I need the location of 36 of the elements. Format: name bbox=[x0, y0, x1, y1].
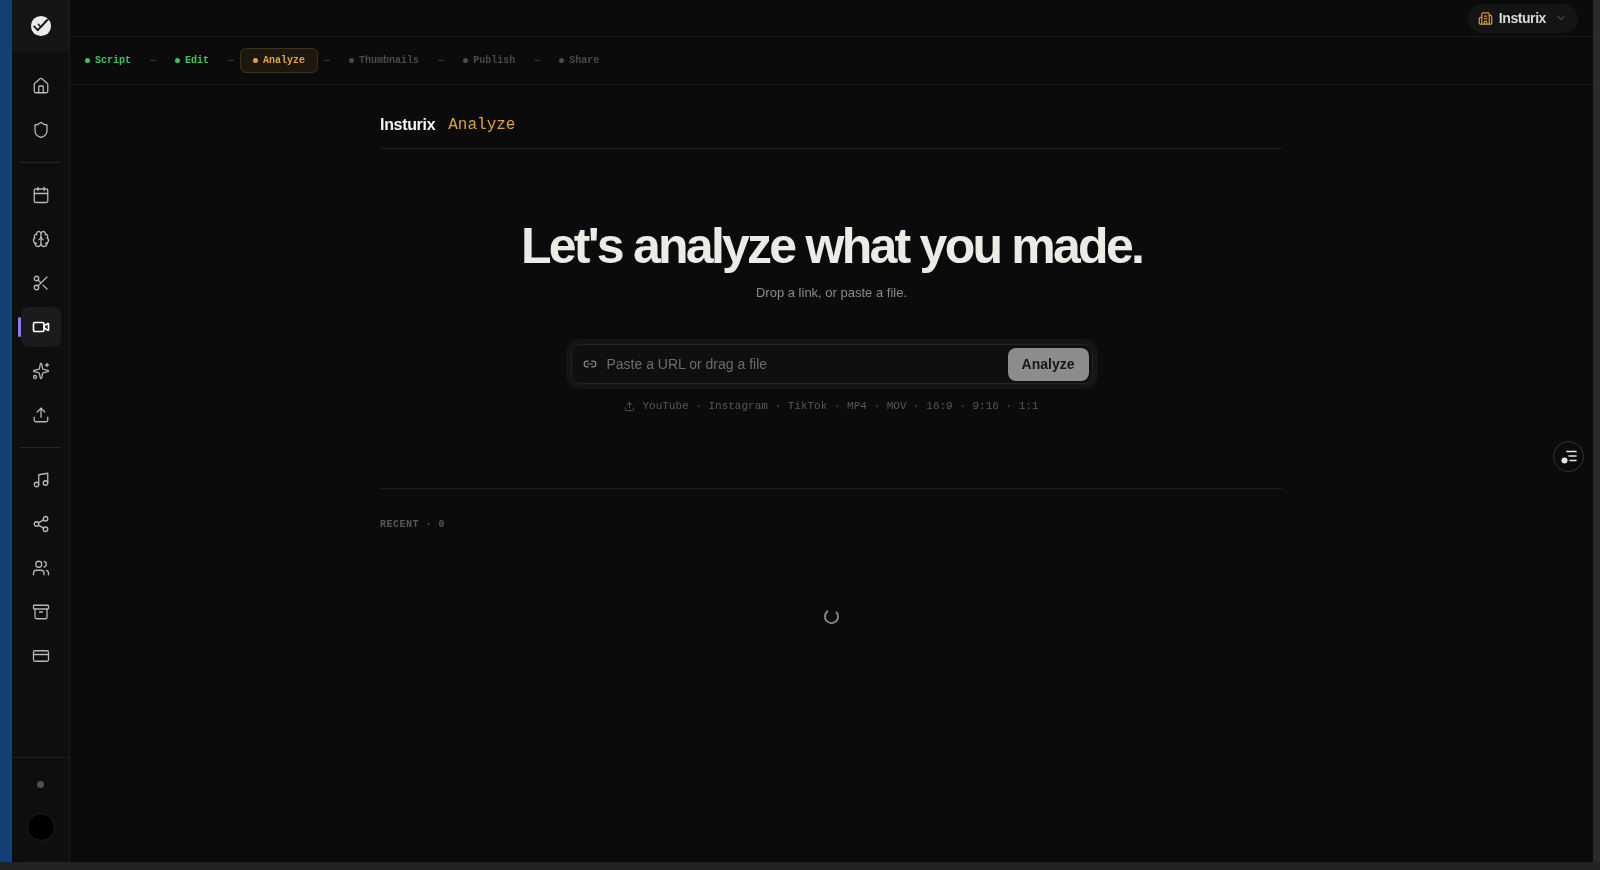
users-icon bbox=[31, 559, 50, 577]
archive-box-icon bbox=[31, 603, 50, 621]
logo-icon bbox=[29, 15, 52, 37]
list-icon bbox=[1560, 449, 1577, 464]
home-icon bbox=[31, 77, 50, 95]
step-tab[interactable]: Analyze bbox=[240, 48, 319, 73]
shield-icon bbox=[31, 121, 50, 139]
link-icon bbox=[582, 357, 597, 371]
step-separator: — bbox=[438, 54, 445, 68]
step-tab[interactable]: Edit bbox=[162, 48, 223, 73]
step-separator: — bbox=[150, 54, 157, 68]
page-title: Analyze bbox=[448, 115, 516, 136]
workspace-switcher[interactable]: Insturix bbox=[1467, 3, 1578, 33]
floating-action-button[interactable] bbox=[1553, 441, 1584, 472]
upload-icon bbox=[31, 406, 50, 424]
supported-formats: YouTube · Instagram · TikTok · MP4 · MOV · 16:9 · 9:16 · 1:1 bbox=[642, 399, 1039, 414]
recent-count-label: RECENT · 0 bbox=[380, 518, 445, 532]
selection-bar bbox=[18, 317, 21, 337]
step-separator: — bbox=[324, 54, 331, 68]
upload-icon bbox=[624, 400, 636, 412]
url-input[interactable]: Paste a URL or drag a file bbox=[596, 345, 1008, 383]
step-separator: — bbox=[534, 54, 541, 68]
calendar-icon bbox=[31, 186, 50, 204]
step-tab[interactable]: Script bbox=[72, 48, 144, 73]
sparkles-icon bbox=[31, 362, 50, 380]
scissors-icon bbox=[31, 274, 50, 292]
hero-subtitle: Drop a link, or paste a file. bbox=[756, 284, 907, 302]
sidebar-item[interactable] bbox=[20, 307, 61, 347]
credit-card-icon bbox=[31, 647, 50, 665]
brand-name: Insturix bbox=[380, 115, 436, 135]
building-icon bbox=[1477, 10, 1493, 26]
brain-icon bbox=[31, 230, 50, 248]
step-separator: — bbox=[228, 54, 235, 68]
share-icon bbox=[31, 515, 50, 533]
music-note-icon bbox=[31, 471, 50, 489]
hero-title: Let's analyze what you made. bbox=[520, 219, 1143, 274]
